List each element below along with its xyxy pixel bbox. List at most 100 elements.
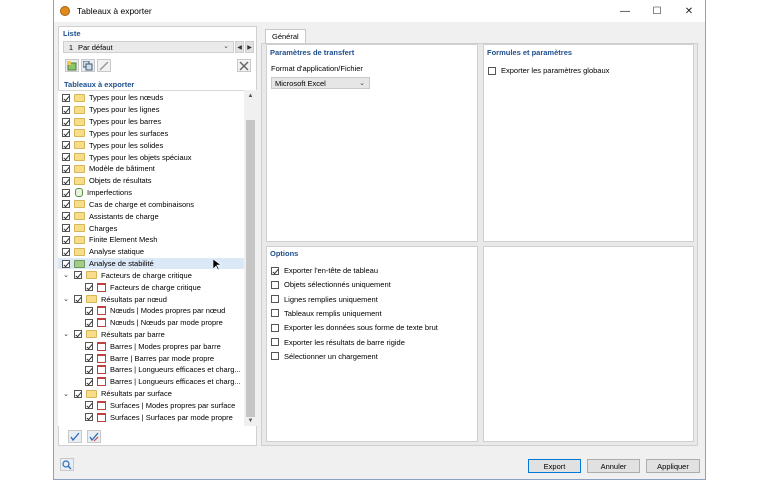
tree-item-checkbox[interactable] — [62, 117, 70, 126]
expand-toggle-icon[interactable]: ⌄ — [62, 295, 70, 303]
tree-item[interactable]: Objets de résultats — [58, 175, 152, 187]
tree-item-checkbox[interactable] — [62, 200, 70, 209]
tree-item[interactable]: Charges — [58, 222, 117, 234]
tree-item-checkbox[interactable] — [85, 306, 93, 315]
option-item[interactable]: Lignes remplies uniquement — [271, 295, 378, 304]
option-checkbox[interactable] — [271, 280, 279, 289]
tree-item[interactable]: Finite Element Mesh — [58, 234, 157, 246]
tree-item[interactable]: Assistants de charge — [58, 210, 159, 222]
format-select[interactable]: Microsoft Excel ⌄ — [271, 77, 370, 89]
tree-item[interactable]: ⌄ Résultats par barre — [58, 329, 165, 341]
tree-item-checkbox[interactable] — [62, 235, 70, 244]
tree-item-checkbox[interactable] — [62, 129, 70, 138]
tree-item-checkbox[interactable] — [85, 365, 93, 374]
option-item[interactable]: Exporter les résultats de barre rigide — [271, 338, 405, 347]
tree-item-label: Barres | Longueurs efficaces et charg... — [110, 365, 241, 375]
tree-scrollbar[interactable]: ▲ ▼ — [244, 90, 257, 426]
tree-item[interactable]: Analyse statique — [58, 246, 144, 258]
uncheck-all-button[interactable] — [87, 430, 101, 443]
scroll-down-icon[interactable]: ▼ — [246, 416, 255, 425]
tree-item-checkbox[interactable] — [85, 413, 93, 422]
tables-tree[interactable]: Types pour les nœuds Types pour les ligne… — [58, 90, 246, 426]
expand-toggle-icon[interactable]: ⌄ — [62, 271, 70, 279]
tree-item[interactable]: Facteurs de charge critique — [58, 281, 201, 293]
next-arrow-icon[interactable]: ▶ — [245, 41, 254, 53]
tree-item[interactable]: Types pour les surfaces — [58, 127, 168, 139]
tree-item-checkbox[interactable] — [85, 342, 93, 351]
tree-item[interactable]: Types pour les objets spéciaux — [58, 151, 192, 163]
tree-item[interactable]: Barres | Modes propres par barre — [58, 340, 221, 352]
cancel-button[interactable]: Annuler — [587, 459, 640, 473]
tree-item[interactable]: Nœuds | Nœuds par mode propre — [58, 317, 223, 329]
option-item[interactable]: Sélectionner un chargement — [271, 352, 378, 361]
option-item[interactable]: Tableaux remplis uniquement — [271, 309, 382, 318]
tree-item-checkbox[interactable] — [74, 330, 82, 339]
list-select[interactable]: 1 Par défaut ⌄ — [63, 41, 234, 53]
tree-item[interactable]: Barres | Longueurs efficaces et charg... — [58, 364, 241, 376]
previous-arrow-icon[interactable]: ◀ — [235, 41, 244, 53]
export-global-params-checkbox[interactable] — [488, 66, 496, 75]
expand-toggle-icon[interactable]: ⌄ — [62, 390, 70, 398]
tree-item-checkbox[interactable] — [62, 259, 70, 268]
tree-item-checkbox[interactable] — [62, 224, 70, 233]
option-checkbox[interactable] — [271, 323, 279, 332]
expand-toggle-icon[interactable]: ⌄ — [62, 330, 70, 338]
delete-list-button[interactable] — [237, 59, 251, 72]
copy-list-button[interactable] — [81, 59, 95, 72]
option-checkbox[interactable] — [271, 338, 279, 346]
tree-item[interactable]: Nœuds | Modes propres par nœud — [58, 305, 225, 317]
tree-item[interactable]: Imperfections — [58, 187, 132, 199]
scroll-thumb[interactable] — [246, 120, 255, 417]
option-checkbox[interactable] — [271, 295, 279, 304]
export-button[interactable]: Export — [528, 459, 581, 473]
tree-item-checkbox[interactable] — [62, 164, 70, 173]
tree-item[interactable]: ⌄ Résultats par surface — [58, 388, 172, 400]
tree-item[interactable]: Analyse de stabilité — [58, 257, 246, 271]
tree-item-checkbox[interactable] — [85, 318, 93, 327]
tree-item-checkbox[interactable] — [62, 93, 70, 102]
tree-item-checkbox[interactable] — [85, 401, 93, 410]
tab-general[interactable]: Général — [265, 29, 306, 43]
tree-item[interactable]: Modèle de bâtiment — [58, 163, 155, 175]
tree-item[interactable]: Types pour les solides — [58, 139, 163, 151]
tree-item-checkbox[interactable] — [62, 188, 70, 197]
tree-item-checkbox[interactable] — [62, 247, 70, 256]
tree-item[interactable]: Cas de charge et combinaisons — [58, 198, 194, 210]
check-all-button[interactable] — [68, 430, 82, 443]
tree-item[interactable]: ⌄ Facteurs de charge critique — [58, 269, 192, 281]
help-button[interactable] — [60, 458, 74, 471]
tree-item[interactable]: Types pour les barres — [58, 116, 161, 128]
scroll-up-icon[interactable]: ▲ — [246, 91, 255, 100]
tree-item-checkbox[interactable] — [74, 389, 82, 398]
option-item[interactable]: Exporter l'en-tête de tableau — [271, 266, 378, 275]
tree-item-checkbox[interactable] — [85, 377, 93, 386]
maximize-button[interactable]: ☐ — [641, 0, 673, 22]
tree-item-checkbox[interactable] — [62, 141, 70, 150]
option-checkbox[interactable] — [271, 266, 279, 275]
tree-item[interactable]: Surfaces | Modes propres par surface — [58, 400, 235, 412]
option-item[interactable]: Exporter les données sous forme de texte… — [271, 323, 438, 332]
tree-item[interactable]: Barre | Barres par mode propre — [58, 352, 214, 364]
tree-item[interactable]: Types pour les lignes — [58, 104, 159, 116]
tree-item-checkbox[interactable] — [62, 153, 70, 162]
close-button[interactable]: ✕ — [673, 0, 705, 22]
tree-item-checkbox[interactable] — [62, 212, 70, 221]
apply-button[interactable]: Appliquer — [646, 459, 700, 473]
tree-item-checkbox[interactable] — [85, 354, 93, 363]
tree-item[interactable]: Barres | Longueurs efficaces et charg... — [58, 376, 241, 388]
new-list-button[interactable] — [65, 59, 79, 72]
edit-list-button[interactable] — [97, 59, 111, 72]
option-checkbox[interactable] — [271, 309, 279, 318]
tree-item-checkbox[interactable] — [74, 271, 82, 280]
tree-item[interactable]: Types pour les nœuds — [58, 92, 163, 104]
tree-item-checkbox[interactable] — [74, 295, 82, 303]
tree-item[interactable]: Surfaces | Surfaces par mode propre — [58, 411, 233, 423]
export-global-params-option[interactable]: Exporter les paramètres globaux — [488, 66, 609, 75]
tree-item[interactable]: ⌄ Résultats par nœud — [58, 293, 167, 305]
tree-item-checkbox[interactable] — [62, 105, 70, 114]
minimize-button[interactable]: — — [609, 0, 641, 22]
tree-item-checkbox[interactable] — [62, 176, 70, 185]
option-checkbox[interactable] — [271, 352, 279, 361]
option-item[interactable]: Objets sélectionnés uniquement — [271, 280, 391, 289]
tree-item-checkbox[interactable] — [85, 283, 93, 292]
